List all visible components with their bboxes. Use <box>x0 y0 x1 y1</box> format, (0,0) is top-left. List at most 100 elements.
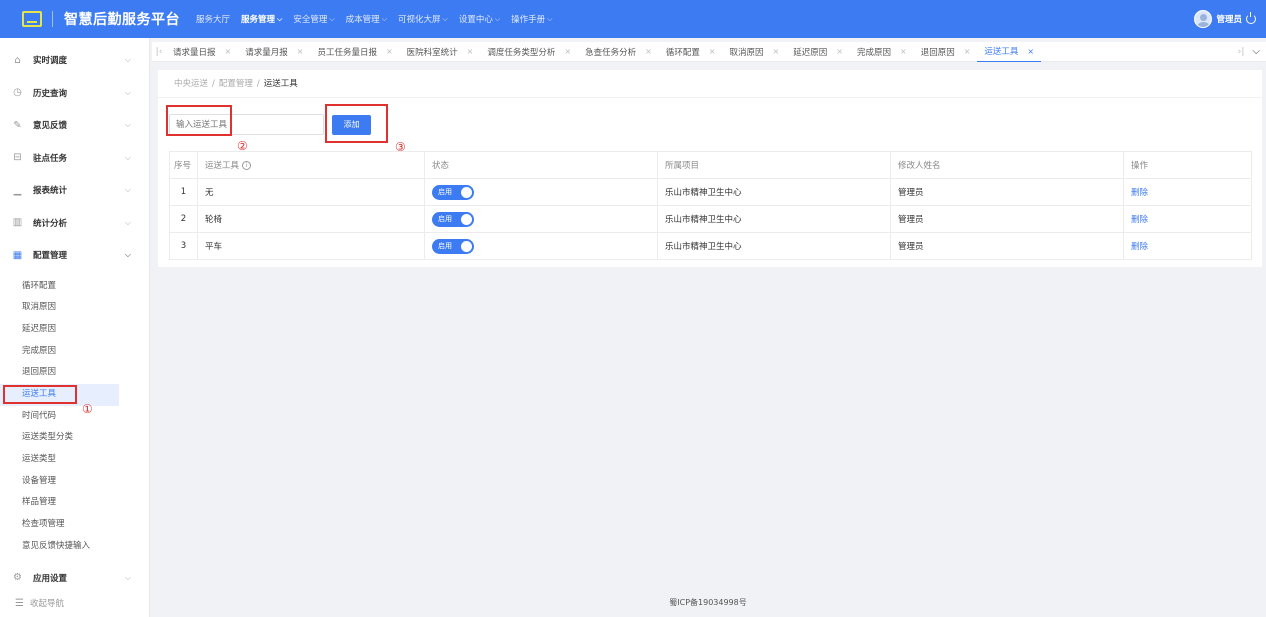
annotation-number-2: ② <box>237 139 248 153</box>
sidebar-group[interactable]: ▁ 报表统计 ⌵ <box>0 174 149 207</box>
close-icon[interactable]: × <box>964 47 971 56</box>
action-cell: 删除 <box>1123 205 1252 233</box>
sidebar-group[interactable]: ▦ 配置管理 ⌵ <box>0 239 149 272</box>
tab[interactable]: 完成原因 × <box>850 42 914 62</box>
tabs-scroll-right-icon[interactable]: ›| <box>1238 47 1245 57</box>
sidebar-subitem[interactable]: 运送类型 <box>0 449 119 471</box>
top-nav-item[interactable]: 安全管理 ⌵ <box>293 13 334 26</box>
top-nav-item[interactable]: 设置中心 ⌵ <box>459 13 501 26</box>
close-icon[interactable]: × <box>709 47 716 56</box>
info-icon[interactable]: i <box>242 161 252 170</box>
sidebar-group[interactable]: ⌂ 实时调度 ⌵ <box>0 44 149 77</box>
sidebar-subitem[interactable]: 意见反馈快捷输入 <box>0 536 119 558</box>
tab[interactable]: 请求量日报 × <box>166 42 238 62</box>
tab[interactable]: 急查任务分析 × <box>578 42 659 62</box>
sidebar-subitem[interactable]: 延迟原因 <box>0 319 119 341</box>
annotation-number-3: ③ <box>395 140 406 154</box>
top-nav-item[interactable]: 服务大厅 <box>196 13 230 25</box>
tab[interactable]: 运送工具 × <box>977 42 1042 62</box>
avatar[interactable] <box>1194 10 1213 28</box>
app-title: 智慧后勤服务平台 <box>64 12 180 28</box>
delete-link[interactable]: 删除 <box>1131 188 1148 198</box>
tab[interactable]: 延迟原因 × <box>786 42 850 62</box>
sidebar-group[interactable]: ◷ 历史查询 ⌵ <box>0 77 149 110</box>
history-icon: ◷ <box>13 87 22 99</box>
close-icon[interactable]: × <box>467 47 474 56</box>
collapse-nav-button[interactable]: ☰ 收起导航 <box>0 589 150 617</box>
top-nav-item[interactable]: 操作手册 ⌵ <box>511 13 552 26</box>
tab[interactable]: 取消原因 × <box>723 42 787 62</box>
editor-name: 管理员 <box>890 232 1124 260</box>
footer-icp: 蜀ICP备19034998号 <box>669 598 747 607</box>
chevron-down-icon: ⌵ <box>124 152 131 162</box>
home-icon: ⌂ <box>14 54 21 66</box>
sidebar-group-label: 统计分析 <box>33 218 68 229</box>
top-nav: 服务大厅 服务管理 ⌵ 安全管理 ⌵ 成本管理 ⌵ 可视化大屏 ⌵ 设置中心 ⌵ 操作手册 ⌵ <box>196 0 563 38</box>
sidebar-subitem[interactable]: 样品管理 <box>0 492 119 514</box>
tab[interactable]: 退回原因 × <box>914 42 978 62</box>
sidebar-subitem[interactable]: 循环配置 <box>0 276 119 298</box>
status-toggle[interactable]: 启用 <box>432 211 474 227</box>
close-icon[interactable]: × <box>645 47 652 56</box>
close-icon[interactable]: × <box>773 47 780 56</box>
status-toggle[interactable]: 启用 <box>432 184 474 200</box>
close-icon[interactable]: × <box>836 47 843 56</box>
tab-label: 员工任务量日报 <box>317 47 377 58</box>
top-nav-item[interactable]: 成本管理 ⌵ <box>346 13 387 26</box>
top-nav-item[interactable]: 可视化大屏 ⌵ <box>398 13 448 26</box>
breadcrumb-item[interactable]: 配置管理 <box>219 79 253 89</box>
grid-icon: ▦ <box>12 249 23 261</box>
sidebar-subitem[interactable]: 取消原因 <box>0 297 119 319</box>
close-icon[interactable]: × <box>900 47 907 56</box>
delete-link[interactable]: 删除 <box>1131 215 1148 225</box>
tab-label: 退回原因 <box>920 47 955 58</box>
sidebar: ⌂ 实时调度 ⌵ ◷ 历史查询 ⌵ ✎ 意见反馈 ⌵ ⊟ 驻点任务 ⌵ ▁ 报表统计 ⌵ ▥ 统计分析 ⌵ ▦ 配置管… <box>0 38 150 617</box>
tab[interactable]: 调度任务类型分析 × <box>480 42 578 62</box>
tool-name: 轮椅 <box>197 205 425 233</box>
close-icon[interactable]: × <box>564 47 571 56</box>
collapse-nav-label: 收起导航 <box>29 599 64 609</box>
close-icon[interactable]: × <box>225 47 232 56</box>
user-menu[interactable]: 管理员 <box>1194 10 1256 28</box>
sidebar-group[interactable]: ✎ 意见反馈 ⌵ <box>0 109 149 142</box>
tabs-dropdown-icon[interactable]: ⌵ <box>1252 46 1260 57</box>
chevron-down-icon: ⌵ <box>494 14 501 23</box>
tab[interactable]: 请求量月报 × <box>238 42 310 62</box>
power-icon[interactable] <box>1246 12 1256 24</box>
breadcrumb-item[interactable]: 中央运送 <box>174 79 208 89</box>
close-icon[interactable]: × <box>1027 47 1034 56</box>
table-row: 3 平车 启用 乐山市精神卫生中心 管理员 删除 <box>169 232 1252 260</box>
sidebar-subitem[interactable]: 检查项管理 <box>0 514 119 536</box>
tab[interactable]: 医院科室统计 × <box>400 42 481 62</box>
tab-label: 完成原因 <box>856 47 891 58</box>
chevron-down-icon: ⌵ <box>442 14 448 23</box>
sidebar-subitem[interactable]: 退回原因 <box>0 362 119 384</box>
tab[interactable]: 循环配置 × <box>659 42 723 62</box>
logo-divider <box>52 11 53 27</box>
tab-label: 医院科室统计 <box>406 47 458 58</box>
tab[interactable]: 员工任务量日报 × <box>310 42 399 62</box>
sidebar-subitem[interactable]: 运送类型分类 <box>0 427 119 449</box>
col-header-status: 状态 <box>424 151 658 179</box>
sidebar-group[interactable]: ⊟ 驻点任务 ⌵ <box>0 142 149 175</box>
sidebar-group[interactable]: ▥ 统计分析 ⌵ <box>0 207 149 240</box>
action-cell: 删除 <box>1123 232 1252 260</box>
tab-label: 延迟原因 <box>793 47 828 58</box>
sidebar-subitem[interactable]: 完成原因 <box>0 341 119 363</box>
sidebar-subitem[interactable]: 时间代码 <box>0 406 119 428</box>
sidebar-subitem[interactable]: 设备管理 <box>0 471 119 493</box>
close-icon[interactable]: × <box>297 47 304 56</box>
config-submenu: 循环配置 取消原因 延迟原因 完成原因 退回原因 运送工具 时间代码 运送类型分类 运送类型 设备… <box>0 272 149 558</box>
user-name[interactable]: 管理员 <box>1216 13 1242 25</box>
col-header-tool: 运送工具 i <box>197 151 425 179</box>
action-cell: 删除 <box>1123 178 1252 206</box>
row-index: 3 <box>169 232 198 260</box>
editor-name: 管理员 <box>890 205 1124 233</box>
status-cell: 启用 <box>424 205 658 233</box>
content-panel: 中央运送/配置管理/运送工具 添加 序号 运送工具i 状态 所属项目 修改人姓名… <box>158 70 1262 267</box>
delete-link[interactable]: 删除 <box>1131 242 1148 252</box>
close-icon[interactable]: × <box>386 47 393 56</box>
status-toggle[interactable]: 启用 <box>432 238 474 254</box>
top-nav-item[interactable]: 服务管理 ⌵ <box>241 13 282 26</box>
tabs-scroll-left-icon[interactable]: |‹ <box>152 47 166 57</box>
